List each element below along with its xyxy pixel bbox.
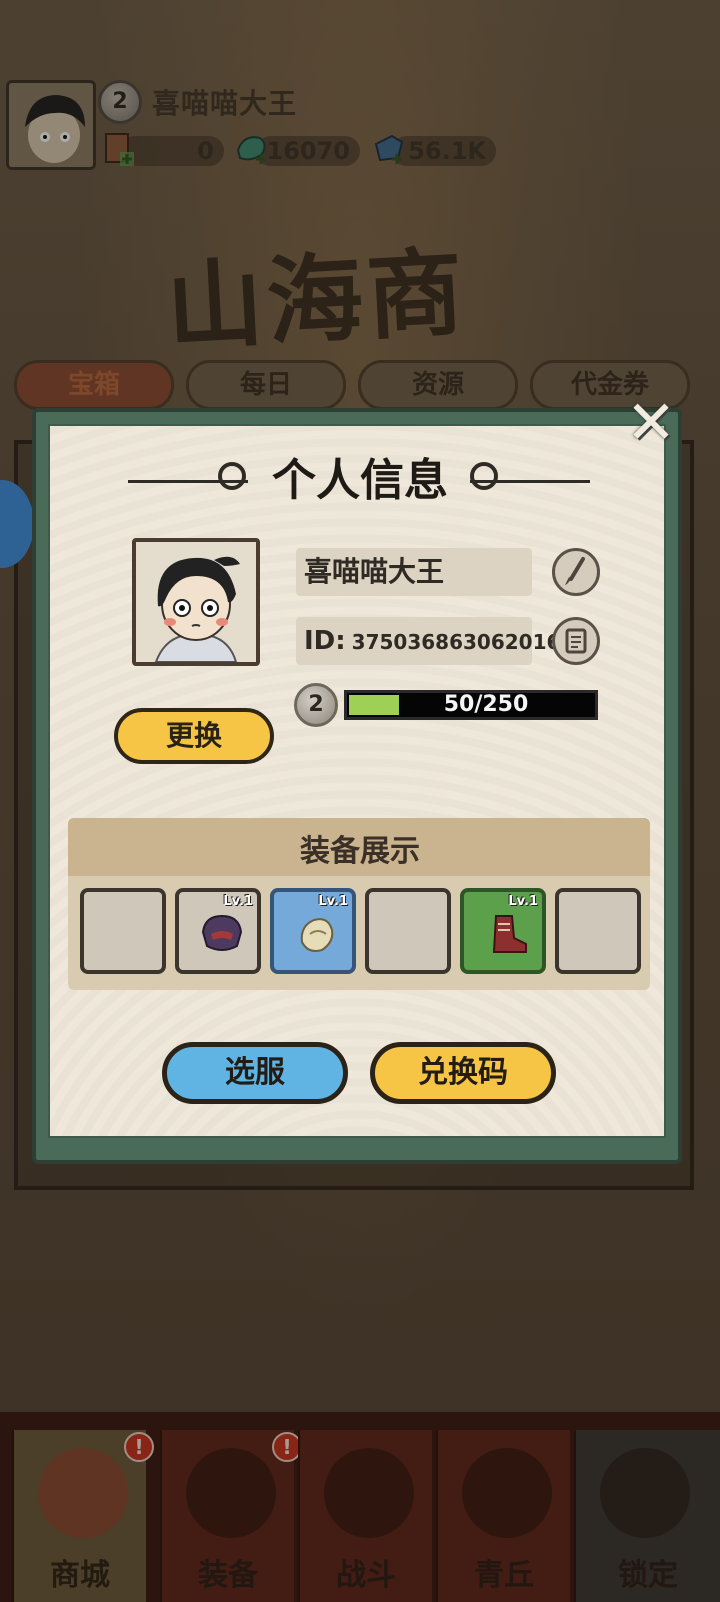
level-value: 2 — [308, 692, 324, 717]
boot-icon — [492, 915, 527, 953]
title-swirl-right — [470, 462, 498, 490]
player-id-label: ID: — [304, 626, 346, 656]
xp-progress-bar: 50/250 — [344, 690, 598, 720]
equip-slot-3[interactable]: Lv.1 — [270, 888, 356, 974]
equip-slot-1[interactable] — [80, 888, 166, 974]
equip-slot-6[interactable] — [555, 888, 641, 974]
profile-avatar[interactable] — [132, 538, 260, 666]
profile-modal — [32, 408, 682, 1164]
change-avatar-button[interactable]: 更换 — [114, 708, 274, 764]
copy-id-button[interactable] — [552, 617, 600, 665]
player-name-field: 喜喵喵大王 — [296, 548, 532, 596]
brush-icon — [565, 557, 585, 585]
redeem-code-button[interactable]: 兑换码 — [370, 1042, 556, 1104]
modal-title: 个人信息 — [272, 455, 448, 506]
equip-slot-4[interactable] — [365, 888, 451, 974]
helmet-icon — [201, 914, 243, 951]
equipment-title: 装备展示 — [300, 834, 420, 869]
equip-slot-2-level: Lv.1 — [223, 894, 253, 909]
player-id-field: ID: 375036863062016 — [296, 617, 560, 665]
rename-button[interactable] — [552, 548, 600, 596]
profile-modal-body — [48, 424, 666, 1138]
equip-slot-3-level: Lv.1 — [318, 894, 348, 909]
equip-slot-5[interactable]: Lv.1 — [460, 888, 546, 974]
equip-slot-2[interactable]: Lv.1 — [175, 888, 261, 974]
xp-progress-text: 50/250 — [443, 692, 529, 717]
equip-slot-5-level: Lv.1 — [508, 894, 538, 909]
title-line-right — [470, 480, 590, 483]
player-id-value: 375036863062016 — [351, 630, 561, 654]
portrait-icon — [136, 542, 256, 662]
select-server-button[interactable]: 选服 — [162, 1042, 348, 1104]
copy-icon — [565, 628, 587, 654]
glove-icon — [300, 918, 334, 952]
level-badge: 2 — [294, 683, 338, 727]
